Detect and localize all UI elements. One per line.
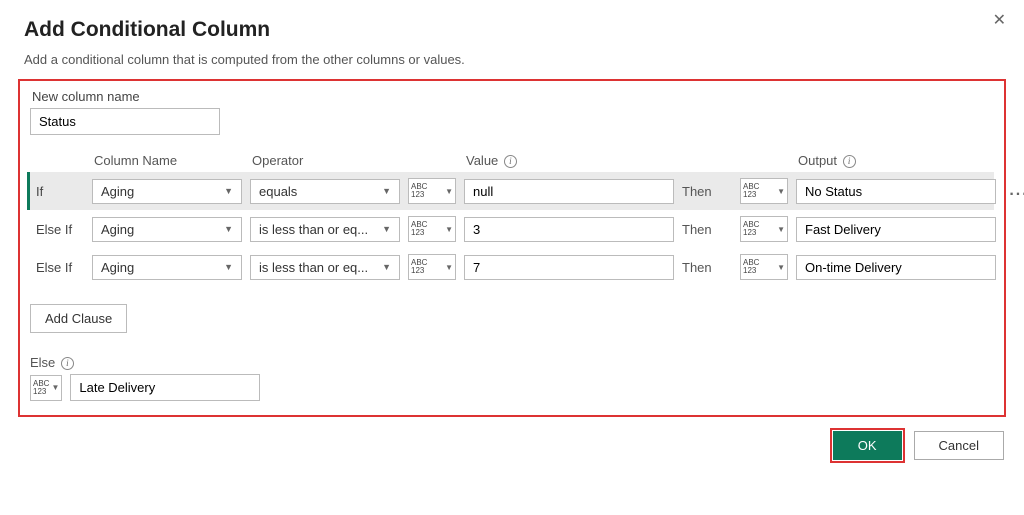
chevron-down-icon	[224, 224, 233, 234]
abc123-icon: ABC123	[743, 259, 759, 275]
value-type-selector[interactable]: ABC123	[408, 216, 456, 242]
else-value-input[interactable]	[70, 374, 260, 401]
chevron-down-icon	[445, 187, 453, 196]
info-icon[interactable]	[504, 155, 517, 168]
output-type-selector[interactable]: ABC123	[740, 216, 788, 242]
info-icon[interactable]	[61, 357, 74, 370]
chevron-down-icon	[382, 224, 391, 234]
dialog-header: Add Conditional Column Add a conditional…	[0, 0, 1024, 67]
chevron-down-icon	[445, 225, 453, 234]
more-icon[interactable]: ...	[1004, 182, 1024, 200]
chevron-down-icon	[224, 262, 233, 272]
else-label: Else	[30, 355, 994, 370]
operator-dropdown[interactable]: is less than or eq...	[250, 217, 400, 242]
output-input[interactable]	[796, 217, 996, 242]
chevron-down-icon	[382, 262, 391, 272]
info-icon[interactable]	[843, 155, 856, 168]
dialog-footer: OK Cancel	[0, 417, 1024, 460]
abc123-icon: ABC123	[33, 380, 49, 396]
chevron-down-icon	[445, 263, 453, 272]
clause-prefix: Else If	[30, 222, 84, 237]
column-dropdown[interactable]: Aging	[92, 255, 242, 280]
abc123-icon: ABC123	[743, 183, 759, 199]
new-column-input[interactable]	[30, 108, 220, 135]
close-icon[interactable]	[985, 6, 1014, 34]
else-type-selector[interactable]: ABC123	[30, 375, 62, 401]
add-clause-button[interactable]: Add Clause	[30, 304, 127, 333]
clause-row: Else If Aging is less than or eq... ABC123 T…	[30, 210, 994, 248]
clause-row: Else If Aging is less than or eq... ABC123 T…	[30, 248, 994, 286]
clause-rows: IfAgingequalsABC123ThenABC123...Else IfA…	[30, 172, 994, 286]
then-label: Then	[682, 260, 732, 275]
header-output: Output	[796, 153, 996, 168]
column-dropdown[interactable]: Aging	[92, 217, 242, 242]
value-type-selector[interactable]: ABC123	[408, 254, 456, 280]
value-input[interactable]	[464, 217, 674, 242]
header-value: Value	[464, 153, 674, 168]
output-type-selector[interactable]: ABC123	[740, 254, 788, 280]
column-dropdown[interactable]: Aging	[92, 179, 242, 204]
value-input[interactable]	[464, 179, 674, 204]
header-column: Column Name	[92, 153, 242, 168]
abc123-icon: ABC123	[411, 259, 427, 275]
chevron-down-icon	[51, 383, 59, 392]
then-label: Then	[682, 184, 732, 199]
header-operator: Operator	[250, 153, 400, 168]
ok-button[interactable]: OK	[833, 431, 902, 460]
chevron-down-icon	[777, 225, 785, 234]
operator-dropdown[interactable]: is less than or eq...	[250, 255, 400, 280]
abc123-icon: ABC123	[411, 183, 427, 199]
abc123-icon: ABC123	[743, 221, 759, 237]
then-label: Then	[682, 222, 732, 237]
output-input[interactable]	[796, 179, 996, 204]
dialog-subtitle: Add a conditional column that is compute…	[24, 52, 1000, 67]
output-type-selector[interactable]: ABC123	[740, 178, 788, 204]
else-section: Else ABC123	[30, 355, 994, 401]
clause-row: IfAgingequalsABC123ThenABC123...	[27, 172, 994, 210]
clause-prefix: If	[30, 184, 84, 199]
abc123-icon: ABC123	[411, 221, 427, 237]
cancel-button[interactable]: Cancel	[914, 431, 1004, 460]
clause-headers: Column Name Operator Value Output	[30, 153, 994, 172]
conditional-column-form: New column name Column Name Operator Val…	[18, 79, 1006, 417]
chevron-down-icon	[777, 263, 785, 272]
dialog-title: Add Conditional Column	[24, 18, 1000, 42]
clause-prefix: Else If	[30, 260, 84, 275]
output-input[interactable]	[796, 255, 996, 280]
value-input[interactable]	[464, 255, 674, 280]
chevron-down-icon	[224, 186, 233, 196]
value-type-selector[interactable]: ABC123	[408, 178, 456, 204]
chevron-down-icon	[777, 187, 785, 196]
operator-dropdown[interactable]: equals	[250, 179, 400, 204]
chevron-down-icon	[382, 186, 391, 196]
new-column-label: New column name	[32, 89, 994, 104]
